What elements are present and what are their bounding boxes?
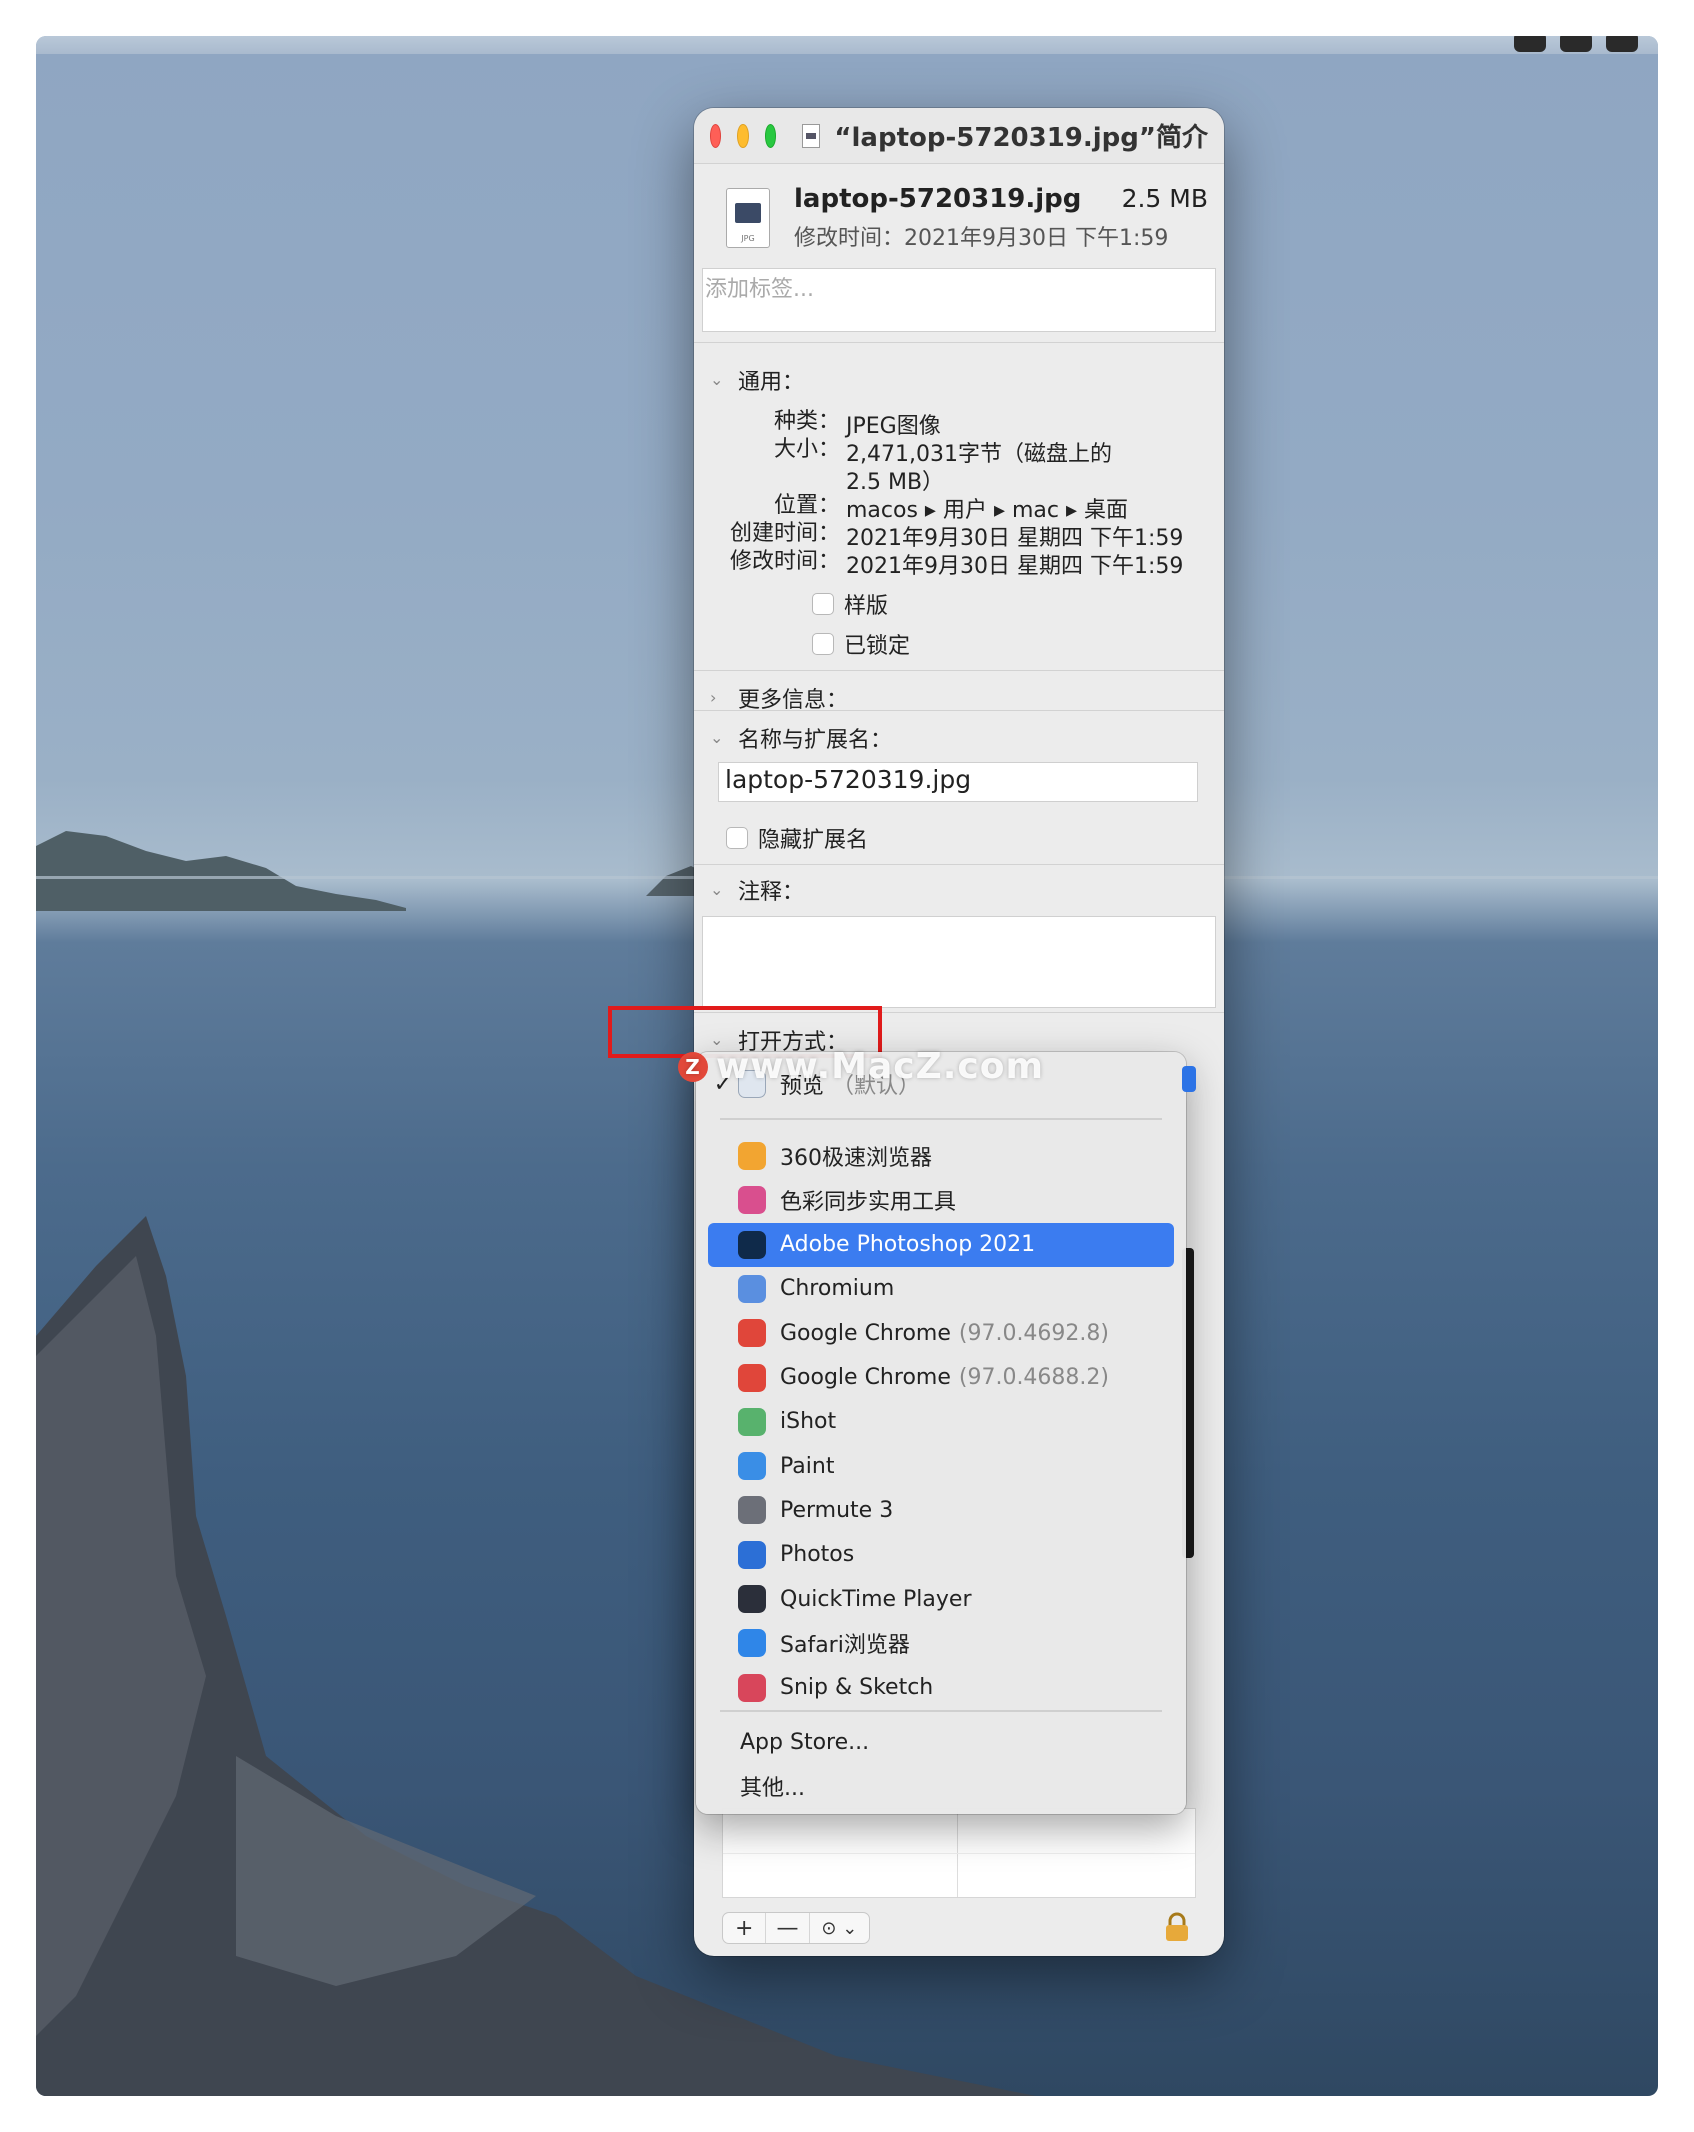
menu-item-app[interactable]: iShot	[708, 1400, 1174, 1444]
zoom-button[interactable]	[764, 123, 777, 148]
app-version: (97.0.4692.8)	[958, 1320, 1109, 1346]
ishot-icon	[738, 1407, 766, 1436]
app-name: Permute 3	[780, 1497, 894, 1523]
permissions-table	[722, 1808, 1196, 1898]
file-summary: JPG laptop-5720319.jpg 2.5 MB 修改时间：2021年…	[694, 164, 1224, 264]
name-ext-section-header[interactable]: ⌄ 名称与扩展名：	[710, 722, 892, 754]
app-name: Google Chrome	[780, 1320, 951, 1346]
menu-item-app[interactable]: Paint	[708, 1444, 1174, 1488]
menu-item-app[interactable]: 360极速浏览器	[708, 1134, 1174, 1178]
menu-item-app[interactable]: QuickTime Player	[708, 1577, 1174, 1621]
created-label: 创建时间：	[729, 521, 840, 546]
menu-item-other[interactable]: 其他...	[740, 1770, 805, 1802]
photos-icon	[738, 1540, 766, 1569]
app-name: Photos	[780, 1542, 855, 1568]
action-menu-button[interactable]: ⊙ ⌄	[810, 1913, 869, 1943]
open-with-popup-menu: ✓ 预览 （默认） 360极速浏览器 色彩同步实用工具 Adobe Photoshop…	[696, 1052, 1196, 1814]
menu-item-app[interactable]: Google Chrome (97.0.4692.8)	[708, 1311, 1174, 1355]
menu-item-app[interactable]: Chromium	[708, 1267, 1174, 1311]
chevron-down-icon: ⌄	[710, 370, 724, 389]
chromium-icon	[738, 1274, 766, 1303]
file-name-input[interactable]: laptop-5720319.jpg	[718, 762, 1198, 802]
jpg-file-icon: JPG	[726, 188, 770, 248]
safari-icon	[738, 1629, 766, 1658]
comments-textarea[interactable]	[702, 916, 1216, 1008]
menu-item-app[interactable]: Safari浏览器	[708, 1621, 1174, 1665]
app-name: 360极速浏览器	[780, 1146, 932, 1171]
modified-label: 修改时间：	[729, 549, 840, 574]
watermark: Zwww.MacZ.com	[678, 1046, 1044, 1087]
photoshop-icon	[738, 1230, 766, 1259]
menu-item-app[interactable]: Adobe Photoshop 2021	[708, 1222, 1174, 1267]
menu-item-app[interactable]: 色彩同步实用工具	[708, 1178, 1174, 1222]
hide-extension-checkbox[interactable]: 隐藏扩展名	[726, 822, 868, 854]
title-bar: “laptop-5720319.jpg”简介	[694, 108, 1224, 164]
locked-checkbox[interactable]: 已锁定	[812, 628, 910, 660]
app-name: iShot	[780, 1409, 837, 1435]
popup-button-arrow	[1182, 1066, 1196, 1092]
menubar-icon[interactable]	[1606, 36, 1638, 52]
permute-icon	[738, 1496, 766, 1525]
menu-item-app[interactable]: Google Chrome (97.0.4688.2)	[708, 1356, 1174, 1400]
window-title: “laptop-5720319.jpg”简介	[834, 123, 1208, 153]
chrome-icon	[738, 1363, 766, 1392]
menu-item-app-store[interactable]: App Store...	[740, 1730, 869, 1755]
document-icon	[802, 123, 821, 148]
app-name: QuickTime Player	[780, 1586, 972, 1612]
remove-button[interactable]: —	[766, 1913, 810, 1943]
quicktime-icon	[738, 1585, 766, 1613]
minimize-button[interactable]	[737, 123, 749, 148]
modified-value: 2021年9月30日 星期四 下午1:59	[846, 554, 1184, 579]
distant-island	[36, 831, 406, 911]
menu-item-app[interactable]: Permute 3	[708, 1488, 1174, 1532]
menubar-icon[interactable]	[1514, 36, 1546, 52]
chevron-down-icon: ⌄	[710, 880, 724, 899]
app-name: 色彩同步实用工具	[780, 1190, 957, 1216]
general-section-header[interactable]: ⌄ 通用：	[710, 364, 804, 396]
360-browser-icon	[738, 1142, 766, 1170]
chevron-down-icon: ⌄	[710, 728, 724, 747]
app-name: Chromium	[780, 1276, 895, 1302]
chevron-right-icon: ›	[710, 688, 717, 707]
add-button[interactable]: +	[723, 1913, 767, 1943]
permissions-toolbar: + — ⊙ ⌄	[722, 1912, 870, 1944]
menu-item-app[interactable]: Snip & Sketch	[708, 1666, 1174, 1710]
app-name: Snip & Sketch	[780, 1675, 934, 1701]
file-size: 2.5 MB	[1121, 184, 1208, 213]
app-name: Paint	[780, 1453, 835, 1479]
colorsync-icon	[738, 1186, 766, 1215]
app-name: Safari浏览器	[780, 1633, 910, 1659]
menu-item-app[interactable]: Photos	[708, 1533, 1174, 1577]
size-label: 大小：	[773, 437, 840, 462]
kind-label: 种类：	[773, 409, 840, 434]
tags-input[interactable]: 添加标签...	[702, 268, 1216, 332]
snip-sketch-icon	[738, 1673, 766, 1702]
menubar-icon[interactable]	[1560, 36, 1592, 52]
lock-icon[interactable]	[1164, 1912, 1190, 1942]
app-name: Google Chrome	[780, 1365, 951, 1390]
close-button[interactable]	[710, 123, 722, 148]
paint-icon	[738, 1452, 766, 1481]
location-label: 位置：	[773, 493, 840, 518]
app-version: (97.0.4688.2)	[958, 1365, 1109, 1390]
modified-date: 修改时间：2021年9月30日 下午1:59	[794, 226, 1169, 251]
stationery-checkbox[interactable]: 样版	[812, 588, 888, 620]
file-name: laptop-5720319.jpg	[794, 184, 1082, 214]
app-name: Adobe Photoshop 2021	[780, 1232, 1036, 1258]
comments-section-header[interactable]: ⌄ 注释：	[710, 874, 804, 906]
menu-bar	[36, 36, 1658, 54]
chrome-icon	[738, 1319, 766, 1348]
